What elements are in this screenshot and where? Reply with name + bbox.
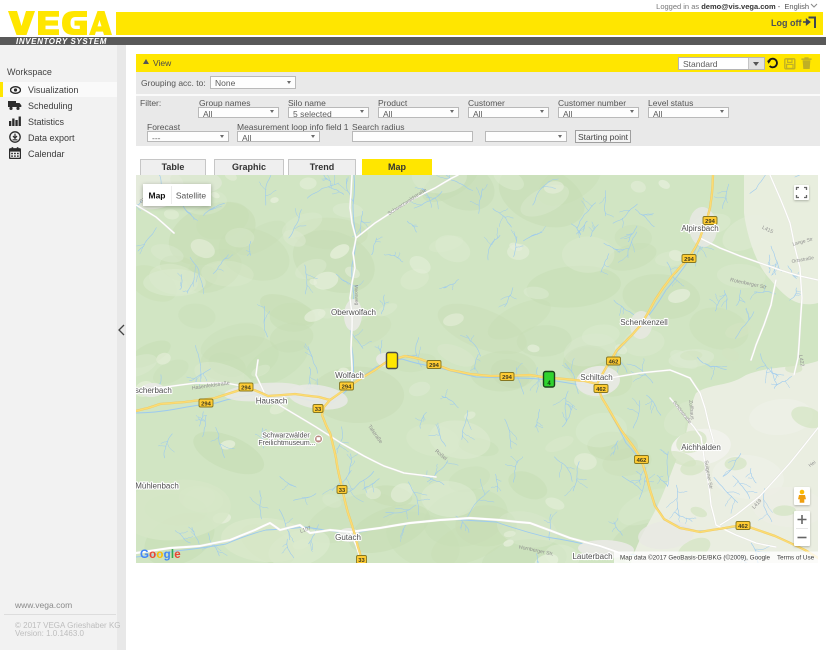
svg-text:33: 33 <box>315 407 322 413</box>
svg-text:Schiltach: Schiltach <box>580 373 612 382</box>
svg-text:462: 462 <box>637 458 647 464</box>
svg-text:294: 294 <box>201 401 211 407</box>
svg-text:462: 462 <box>596 387 606 393</box>
svg-text:Freilichtmuseum...: Freilichtmuseum... <box>258 440 315 447</box>
svg-text:294: 294 <box>429 363 439 369</box>
svg-text:Map: Map <box>149 191 166 201</box>
svg-text:294: 294 <box>342 384 352 390</box>
svg-text:Fischerbach: Fischerbach <box>136 386 172 395</box>
svg-text:294: 294 <box>241 385 251 391</box>
svg-text:Satellite: Satellite <box>176 191 207 201</box>
svg-text:294: 294 <box>684 257 694 263</box>
svg-text:Hausach: Hausach <box>256 397 288 406</box>
svg-text:Schwarzwälder: Schwarzwälder <box>262 433 310 440</box>
svg-text:Gutach: Gutach <box>335 533 361 542</box>
svg-text:Moosweg: Moosweg <box>353 285 360 306</box>
svg-text:Schenkenzell: Schenkenzell <box>620 318 668 327</box>
svg-text:Map data ©2017 GeoBasis-DE/BKG: Map data ©2017 GeoBasis-DE/BKG (©2009), … <box>620 554 770 562</box>
svg-text:462: 462 <box>609 359 619 365</box>
svg-text:Google: Google <box>140 549 181 561</box>
svg-text:Lauterbach: Lauterbach <box>572 552 612 561</box>
svg-text:Mühlenbach: Mühlenbach <box>136 482 179 491</box>
svg-text:Aichhalden: Aichhalden <box>681 443 721 452</box>
svg-text:Terms of Use: Terms of Use <box>777 555 815 562</box>
svg-text:Alpirsbach: Alpirsbach <box>681 224 718 233</box>
svg-text:462: 462 <box>738 524 748 530</box>
svg-text:33: 33 <box>339 488 346 494</box>
svg-text:294: 294 <box>502 375 512 381</box>
svg-text:33: 33 <box>358 558 365 563</box>
svg-text:Wolfach: Wolfach <box>335 371 364 380</box>
svg-text:Oberwolfach: Oberwolfach <box>331 308 376 317</box>
